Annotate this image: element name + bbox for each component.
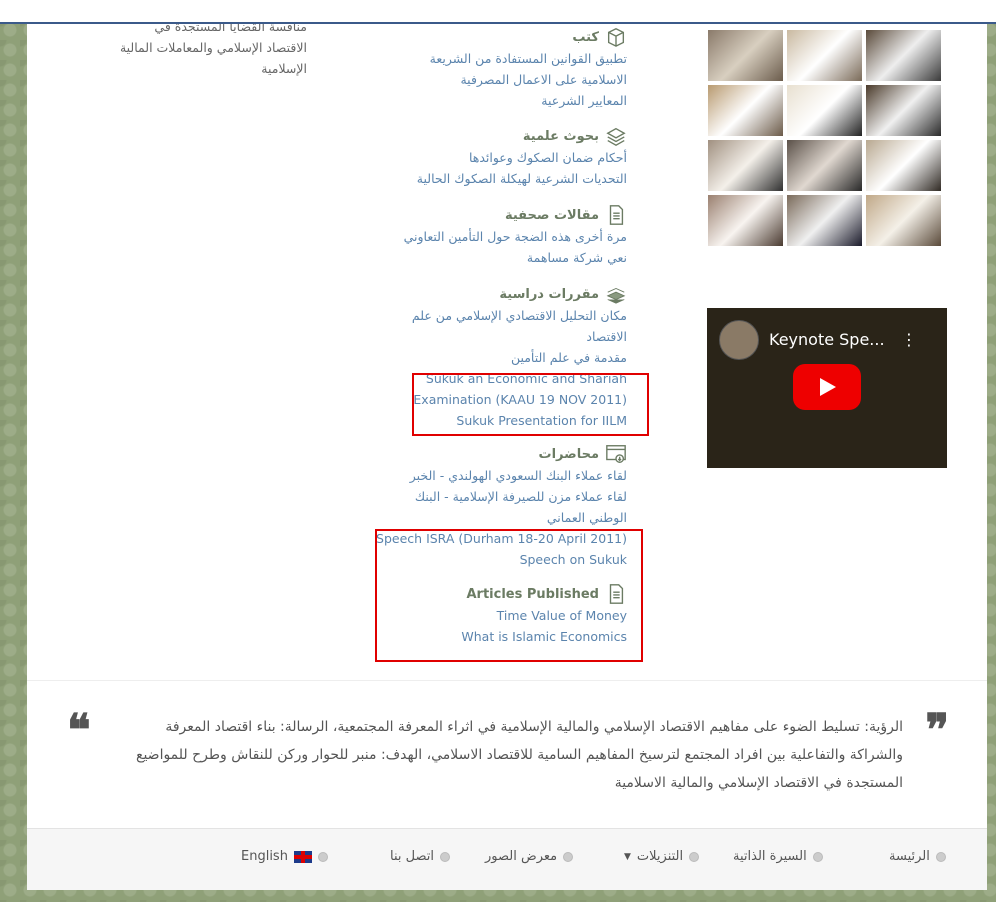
section-title: مقالات صحفية [504,207,599,223]
nav-label: اتصل بنا [390,849,434,864]
gallery-photo[interactable] [787,140,862,191]
highlight-box-lectures-articles [375,529,643,662]
gallery-photo[interactable] [787,85,862,136]
footer-nav: الرئيسة السيرة الذاتية التنزيلات ▼ معرض … [27,828,987,890]
section-title: محاضرات [538,446,599,462]
gallery-photo[interactable] [866,85,941,136]
section-title: بحوث علمية [522,128,599,144]
bullet-icon [563,851,574,862]
books-section: كتب تطبيق القوانين المستفادة من الشريعة … [367,26,627,111]
link-lecture-2-cont[interactable]: الوطني العماني [367,507,627,528]
link-press-1[interactable]: مرة أخرى هذه الضجة حول التأمين التعاوني [367,226,627,247]
link-lecture-1[interactable]: لقاء عملاء البنك السعودي الهولندي - الخب… [367,465,627,486]
nav-label: English [241,849,288,864]
link-research-2[interactable]: التحديات الشرعية لهيكلة الصكوك الحالية [367,168,627,189]
bullet-icon [689,851,700,862]
section-title: مقررات دراسية [499,286,599,302]
link-course-1[interactable]: مكان التحليل الاقتصادي الإسلامي من علم [367,305,627,326]
nav-downloads[interactable]: التنزيلات ▼ [624,849,700,864]
link-lecture-2[interactable]: لقاء عملاء مزن للصيرفة الإسلامية - البنك [367,486,627,507]
document-icon [609,205,624,225]
link-books-2[interactable]: الاسلامية على الاعمال المصرفية [367,69,627,90]
nav-label: السيرة الذاتية [733,849,807,864]
books-stack-icon [606,287,626,304]
vision-quote-section: ❞ الرؤية: تسليط الضوء على مفاهيم الاقتصا… [27,680,987,829]
link-research-1[interactable]: أحكام ضمان الصكوك وعوائدها [367,147,627,168]
link-press-2[interactable]: نعي شركة مساهمة [367,247,627,268]
nav-cv[interactable]: السيرة الذاتية [733,849,823,864]
caret-down-icon: ▼ [624,851,631,862]
link-books-1[interactable]: تطبيق القوانين المستفادة من الشريعة [367,48,627,69]
uk-flag-icon [293,850,312,863]
bullet-icon [812,851,823,862]
video-title: Keynote Spe... [769,330,885,349]
gallery-photo[interactable] [708,85,783,136]
press-section: مقالات صحفية مرة أخرى هذه الضجة حول التأ… [367,204,627,268]
gallery-photo[interactable] [787,195,862,246]
gallery-photo[interactable] [787,30,862,81]
browser-top-bar [0,0,996,24]
snippet-line: منافسة القضايا المستجدة في [154,24,307,34]
play-button-icon[interactable] [793,364,861,410]
nav-label: معرض الصور [485,849,558,864]
photo-gallery [708,30,941,246]
layers-icon [606,127,626,146]
gallery-photo[interactable] [708,30,783,81]
link-course-2[interactable]: مقدمة في علم التأمين [367,347,627,368]
nav-contact[interactable]: اتصل بنا [390,849,450,864]
download-window-icon [606,445,626,463]
nav-english[interactable]: English [241,849,328,864]
snippet-line: الاقتصاد الإسلامي والمعاملات المالية [119,40,307,55]
research-section: بحوث علمية أحكام ضمان الصكوك وعوائدها ال… [367,125,627,189]
gallery-photo[interactable] [866,195,941,246]
gallery-photo[interactable] [708,195,783,246]
vision-quote-text: الرؤية: تسليط الضوء على مفاهيم الاقتصاد … [136,719,903,791]
gallery-photo[interactable] [866,30,941,81]
bullet-icon [439,851,450,862]
snippet-line: الإسلامية [261,61,307,76]
close-quote-icon: ❝ [67,705,91,756]
left-column-snippet: منافسة القضايا المستجدة في الاقتصاد الإس… [87,24,307,79]
nav-label: التنزيلات [636,849,684,864]
section-title: كتب [572,29,599,45]
highlight-box-courses [412,373,649,436]
book-icon [607,27,625,47]
channel-avatar [719,320,759,360]
link-course-1-cont[interactable]: الاقتصاد [367,326,627,347]
more-options-icon[interactable]: ⋮ [901,330,917,349]
video-embed[interactable]: Keynote Spe... ⋮ [707,308,947,468]
link-books-3[interactable]: المعايير الشرعية [367,90,627,111]
bullet-icon [935,851,946,862]
nav-label: الرئيسة [889,849,930,864]
page-content: منافسة القضايا المستجدة في الاقتصاد الإس… [27,24,987,890]
gallery-photo[interactable] [708,140,783,191]
nav-home[interactable]: الرئيسة [889,849,946,864]
nav-gallery[interactable]: معرض الصور [485,849,574,864]
gallery-photo[interactable] [866,140,941,191]
open-quote-icon: ❞ [925,705,949,756]
bullet-icon [317,851,328,862]
